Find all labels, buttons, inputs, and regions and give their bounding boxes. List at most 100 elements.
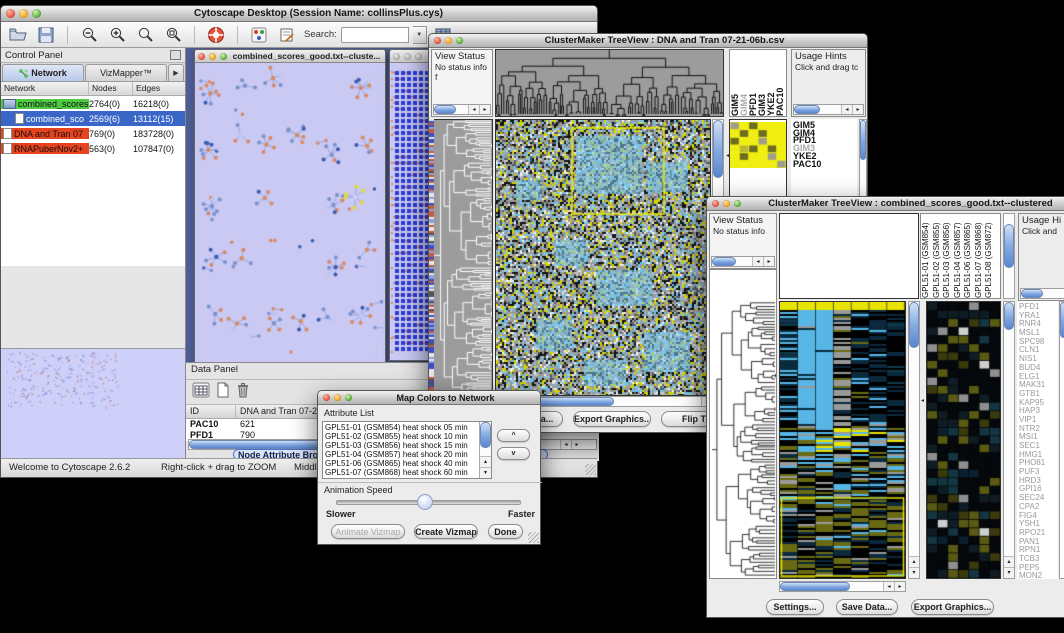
zoom-button[interactable]: [456, 37, 463, 44]
scroll-right-arrow[interactable]: ▸: [852, 105, 863, 114]
attribute-list-item[interactable]: GPL51-01 (GSM854) heat shock 05 min: [325, 423, 477, 432]
minimize-button[interactable]: [209, 53, 216, 60]
view-status-hscrollbar[interactable]: ◂ ▸: [711, 256, 775, 267]
zoom-vscrollbar[interactable]: ▴ ▾: [1003, 301, 1015, 579]
minimize-button[interactable]: [19, 9, 28, 18]
view-status-hscrollbar[interactable]: ◂ ▸: [433, 104, 491, 115]
labels-vscrollbar[interactable]: [1059, 301, 1064, 579]
minimize-button[interactable]: [445, 37, 452, 44]
scrollbar-thumb[interactable]: [1021, 289, 1043, 298]
zoom-button[interactable]: [345, 394, 352, 401]
resize-grip[interactable]: [585, 464, 596, 475]
column-label[interactable]: PFD1: [748, 52, 757, 116]
column-label[interactable]: GPL51-04 (GSM857): [953, 214, 964, 298]
column-dendrogram[interactable]: [495, 49, 724, 117]
scroll-left-arrow[interactable]: ◂: [752, 257, 763, 266]
export-graphics-button[interactable]: Export Graphics...: [573, 411, 651, 427]
heatmap-global-view[interactable]: [495, 119, 711, 396]
close-button[interactable]: [6, 9, 15, 18]
scroll-up-arrow[interactable]: ▴: [909, 556, 919, 567]
column-label[interactable]: GIM5: [730, 52, 739, 116]
column-label[interactable]: GPL51-06 (GSM865): [963, 214, 974, 298]
list-vscrollbar[interactable]: ▴ ▾: [479, 422, 491, 478]
close-button[interactable]: [198, 53, 205, 60]
scrollbar-thumb[interactable]: [713, 120, 723, 178]
zoom-button[interactable]: [415, 53, 422, 60]
column-label[interactable]: GPL51-07 (GSM868): [974, 214, 985, 298]
settings-button[interactable]: Settings...: [766, 599, 824, 615]
select-attributes-icon[interactable]: [192, 382, 210, 403]
network-list-item[interactable]: DNA and Tran 07 769(0) 183728(0): [1, 126, 185, 141]
create-vizmap-button[interactable]: Create Vizmap: [414, 524, 478, 539]
slider-thumb[interactable]: [417, 494, 433, 510]
treeview1-title-bar[interactable]: ClusterMaker TreeView : DNA and Tran 07-…: [429, 34, 867, 48]
close-button[interactable]: [712, 200, 719, 207]
usage-hints-hscrollbar[interactable]: ◂ ▸: [793, 104, 864, 115]
zoom-out-icon[interactable]: [78, 25, 100, 45]
scrollbar-thumb[interactable]: [712, 257, 736, 266]
scroll-up-arrow[interactable]: ▴: [480, 456, 491, 467]
scrollbar-thumb[interactable]: [780, 582, 850, 591]
annotation-icon[interactable]: [276, 25, 298, 45]
network-list-item[interactable]: combined_sco 2569(6) 13112(15): [1, 111, 185, 126]
zoom-button[interactable]: [32, 9, 41, 18]
scrollbar-thumb[interactable]: [909, 302, 919, 348]
close-button[interactable]: [393, 53, 400, 60]
scroll-left-arrow[interactable]: ◂: [468, 105, 479, 114]
delete-attribute-icon[interactable]: [236, 382, 250, 403]
network-list-item[interactable]: RNAPuberNov2+ 563(0) 107847(0): [1, 141, 185, 156]
scroll-down-arrow[interactable]: ▾: [909, 567, 919, 578]
scroll-down-arrow[interactable]: ▾: [480, 467, 491, 478]
scrollbar-thumb[interactable]: [1004, 224, 1014, 268]
scroll-left-arrow[interactable]: ◂: [883, 582, 894, 591]
close-button[interactable]: [434, 37, 441, 44]
vizmapper-icon[interactable]: [248, 25, 270, 45]
network-view-title-bar[interactable]: combined_scores_good.txt--cluste...: [195, 50, 385, 63]
column-label[interactable]: GPL51-01 (GSM854): [921, 214, 932, 298]
search-input[interactable]: [341, 27, 409, 43]
zoom-fit-icon[interactable]: [162, 25, 184, 45]
attribute-list-item[interactable]: GPL51-06 (GSM865) heat shock 40 min: [325, 459, 477, 468]
attribute-list-item[interactable]: GPL51-04 (GSM857) heat shock 20 min: [325, 450, 477, 459]
zoom-button[interactable]: [220, 53, 227, 60]
network-canvas[interactable]: [195, 63, 385, 364]
move-up-button[interactable]: ^: [497, 429, 530, 442]
scroll-right-arrow[interactable]: ▸: [571, 440, 582, 449]
tab-overflow-button[interactable]: ▶: [168, 64, 184, 81]
splitter-arrow-icon[interactable]: ◂: [921, 397, 924, 404]
heatmap-hscrollbar[interactable]: ◂ ▸: [779, 581, 906, 592]
minimize-button[interactable]: [723, 200, 730, 207]
column-label[interactable]: YKE2: [766, 52, 775, 116]
save-data-button[interactable]: Save Data...: [836, 599, 898, 615]
tab-network[interactable]: Network: [2, 64, 84, 81]
scroll-right-arrow[interactable]: ▸: [763, 257, 774, 266]
save-session-button[interactable]: [35, 25, 57, 45]
column-label[interactable]: PAC10: [775, 52, 784, 116]
scroll-right-arrow[interactable]: ▸: [479, 105, 490, 114]
new-attribute-icon[interactable]: [216, 382, 230, 403]
scroll-right-arrow[interactable]: ▸: [894, 582, 905, 591]
heatmap-zoom-view[interactable]: [926, 301, 1001, 579]
gene-label[interactable]: MON2: [1019, 572, 1058, 579]
attribute-list-item[interactable]: GPL51-07 (GSM868) heat shock 60 min: [325, 468, 477, 477]
row-label[interactable]: PAC10: [793, 161, 857, 169]
scrollbar-thumb[interactable]: [1004, 302, 1014, 330]
scrollbar-thumb[interactable]: [1060, 302, 1064, 338]
column-dendrogram-area[interactable]: [779, 213, 919, 299]
scrollbar-thumb[interactable]: [794, 105, 820, 114]
close-button[interactable]: [323, 394, 330, 401]
open-session-button[interactable]: [7, 25, 29, 45]
scroll-left-arrow[interactable]: ◂: [841, 105, 852, 114]
move-down-button[interactable]: v: [497, 447, 530, 460]
attribute-list-item[interactable]: GPL51-03 (GSM856) heat shock 15 min: [325, 441, 477, 450]
column-label[interactable]: GPL51-08 (GSM872): [984, 214, 995, 298]
zoom-selected-icon[interactable]: [134, 25, 156, 45]
row-dendrogram[interactable]: [709, 269, 777, 579]
done-button[interactable]: Done: [488, 524, 523, 539]
tab-vizmapper[interactable]: VizMapper™: [85, 64, 167, 81]
column-labels-vscrollbar[interactable]: [1003, 213, 1015, 299]
heatmap-global-view[interactable]: [779, 301, 906, 579]
treeview2-title-bar[interactable]: ClusterMaker TreeView : combined_scores_…: [707, 197, 1064, 211]
search-dropdown-icon[interactable]: ▼: [413, 26, 427, 44]
help-icon[interactable]: [205, 25, 227, 45]
